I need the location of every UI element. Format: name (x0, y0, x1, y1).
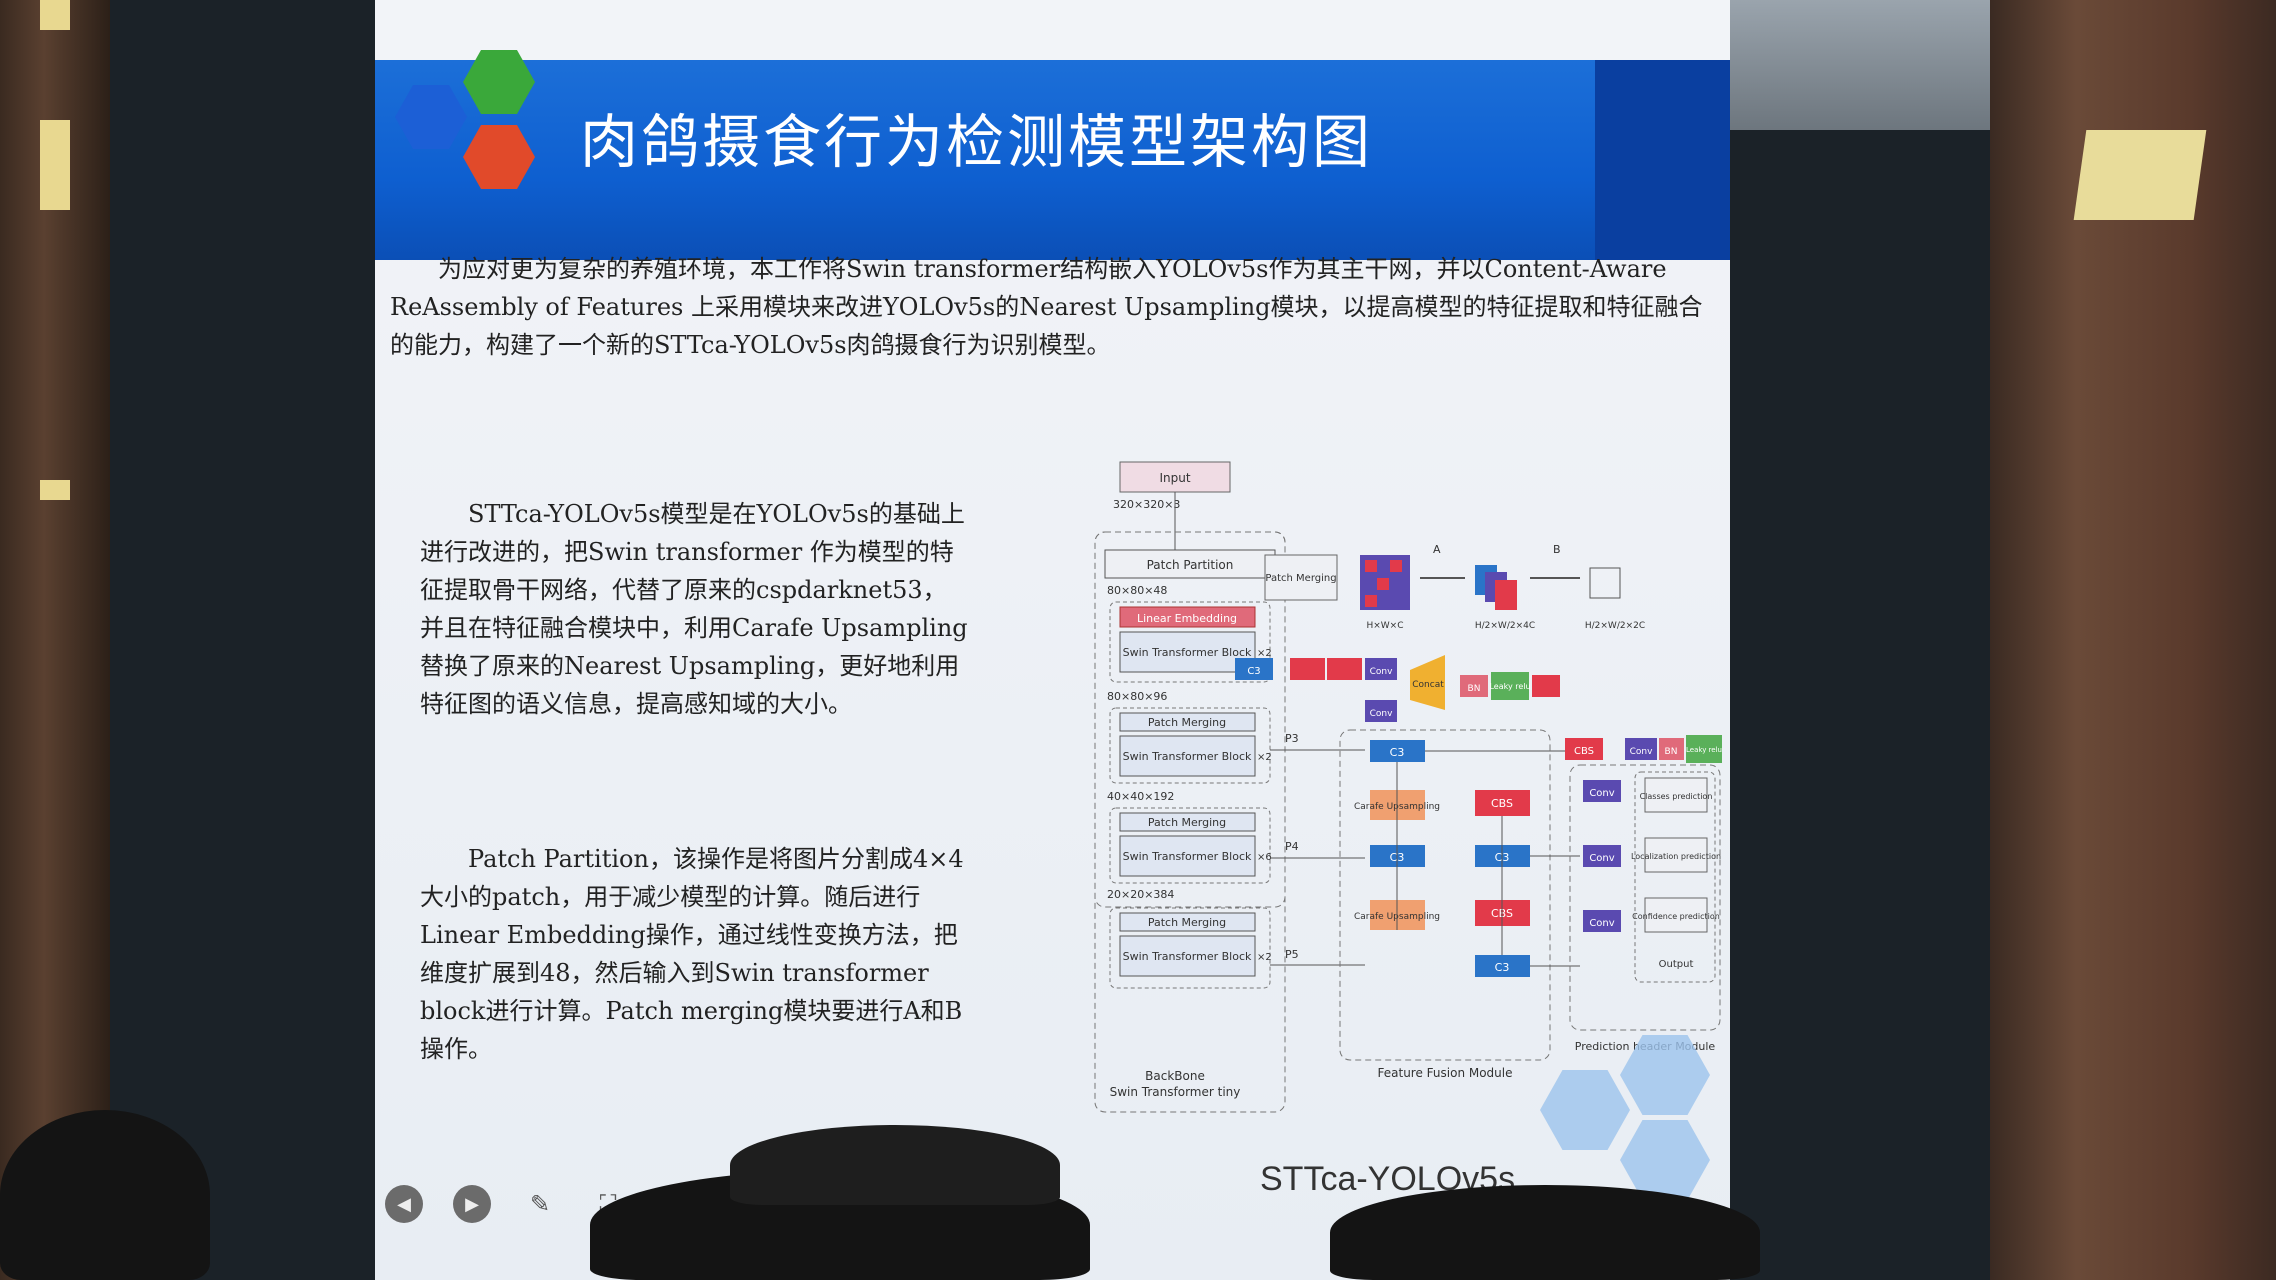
conv-cbs-label: Conv (1630, 747, 1653, 757)
dim2-label: 80×80×96 (1107, 690, 1167, 703)
localization-prediction-label: Localization prediction (1631, 852, 1721, 861)
cbs-label-1: CBS (1491, 797, 1513, 810)
conv-label-2: Conv (1589, 853, 1614, 864)
dim1-label: 80×80×48 (1107, 584, 1167, 597)
feature-fusion-label: Feature Fusion Module (1378, 1066, 1513, 1080)
c3-struct-label: C3 (1247, 666, 1260, 677)
backbone-sublabel: Swin Transformer tiny (1110, 1085, 1241, 1099)
presentation-slide: 肉鸽摄食行为检测模型架构图 为应对更为复杂的养殖环境，本工作将Swin tran… (375, 0, 1730, 1280)
bn-cbs-label: BN (1665, 747, 1678, 757)
conv-label-1: Conv (1589, 788, 1614, 799)
linear-embedding-label: Linear Embedding (1137, 612, 1237, 625)
title-bar-accent (1595, 60, 1730, 260)
conv-struct-label-1: Conv (1370, 667, 1393, 677)
c3-label-4: C3 (1495, 961, 1510, 974)
x2-label-2: ×2 (1257, 752, 1272, 763)
hwc-label: H×W×C (1366, 621, 1403, 631)
class-prediction-label: Classes prediction (1640, 792, 1713, 801)
patch-merging-3-label: Patch Merging (1148, 916, 1226, 929)
conv-struct-label-2: Conv (1370, 709, 1393, 719)
decorative-hex (1620, 1120, 1710, 1200)
patch-partition-label: Patch Partition (1147, 558, 1234, 572)
output-label: Output (1659, 959, 1694, 970)
swin-block-4-label: Swin Transformer Block (1123, 950, 1252, 963)
pen-icon[interactable]: ✎ (521, 1185, 559, 1223)
audience-head (0, 1110, 210, 1280)
swin-block-1-label: Swin Transformer Block (1123, 646, 1252, 659)
patch-merging-2-label: Patch Merging (1148, 816, 1226, 829)
h2w2c-label: H/2×W/2×4C (1475, 621, 1535, 631)
confidence-prediction-label: Confidence prediction (1632, 912, 1720, 921)
intro-paragraph: 为应对更为复杂的养殖环境，本工作将Swin transformer结构嵌入YOL… (390, 250, 1720, 364)
p4-label: P4 (1285, 840, 1299, 853)
dim4-label: 20×20×384 (1107, 888, 1174, 901)
concat-label: Concat (1412, 680, 1444, 690)
input-label: Input (1159, 471, 1190, 485)
x2-label-3: ×2 (1257, 952, 1272, 963)
leaky-cbs-label: Leaky relu (1686, 746, 1722, 754)
bn-label: BN (1468, 684, 1481, 694)
cbs-struct-label: CBS (1574, 746, 1594, 757)
leaky-relu-label: Leaky relu (1489, 682, 1530, 691)
next-slide-icon[interactable]: ▶ (453, 1185, 491, 1223)
swin-block-2-label: Swin Transformer Block (1123, 750, 1252, 763)
ceiling-light (2073, 130, 2207, 220)
x6-label: ×6 (1257, 852, 1272, 863)
patch-merging-1-label: Patch Merging (1148, 716, 1226, 729)
swin-block-3-label: Swin Transformer Block (1123, 850, 1252, 863)
conv-label-3: Conv (1589, 918, 1614, 929)
previous-slide-icon[interactable]: ◀ (385, 1185, 423, 1223)
h2w2c2-label: H/2×W/2×2C (1585, 621, 1645, 631)
p5-label: P5 (1285, 948, 1299, 961)
dim3-label: 40×40×192 (1107, 790, 1174, 803)
x2-label: ×2 (1257, 648, 1272, 659)
input-dim-label: 320×320×3 (1113, 498, 1180, 511)
paragraph-patch: Patch Partition，该操作是将图片分割成4×4大小的patch，用于… (420, 840, 970, 1068)
slide-title: 肉鸽摄食行为检测模型架构图 (580, 108, 1374, 176)
a-label: A (1433, 543, 1441, 556)
wall-light (40, 0, 70, 30)
intro-text: 为应对更为复杂的养殖环境，本工作将Swin transformer结构嵌入YOL… (390, 255, 1703, 359)
paragraph-model-text: STTca-YOLOv5s模型是在YOLOv5s的基础上进行改进的，把Swin … (420, 500, 968, 718)
pm-illustration-label: Patch Merging (1265, 573, 1336, 584)
feature-fusion-frame (1339, 729, 1551, 1061)
audience-head (1330, 1185, 1760, 1280)
wall-light (40, 120, 70, 210)
b-label: B (1553, 543, 1561, 556)
audience-chair (730, 1125, 1060, 1205)
paragraph-patch-text: Patch Partition，该操作是将图片分割成4×4大小的patch，用于… (420, 845, 964, 1063)
p3-label: P3 (1285, 732, 1299, 745)
paragraph-model: STTca-YOLOv5s模型是在YOLOv5s的基础上进行改进的，把Swin … (420, 495, 970, 723)
backbone-label: BackBone (1145, 1069, 1205, 1083)
c3-label-1: C3 (1390, 746, 1405, 759)
room-left-wall (0, 0, 110, 1280)
wall-light (40, 480, 70, 500)
architecture-diagram: Input 320×320×3 Patch Partition 80×80×48… (1094, 461, 1722, 1113)
